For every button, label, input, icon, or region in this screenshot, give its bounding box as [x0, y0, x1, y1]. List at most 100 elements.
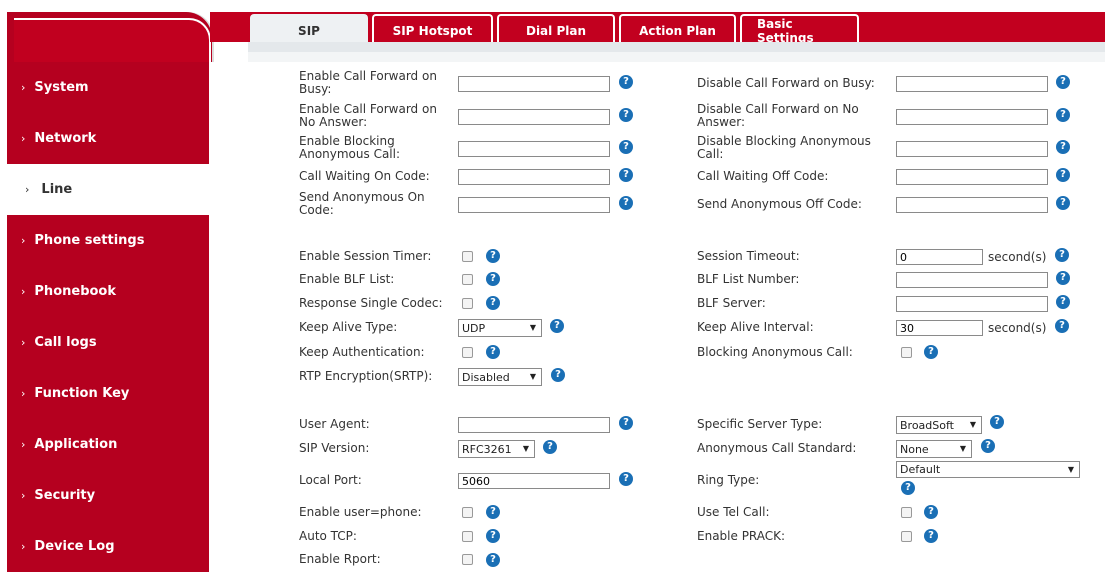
blocking-anon-call-checkbox[interactable] [901, 347, 912, 358]
help-icon[interactable]: ? [543, 440, 557, 454]
sip-version-select[interactable]: RFC3261 ▼ [458, 440, 535, 458]
sidebar-item-label: Phonebook [34, 284, 117, 299]
enable-user-phone-checkbox[interactable] [462, 507, 473, 518]
call-waiting-on-input[interactable] [458, 169, 610, 185]
label-ring-type: Ring Type: [697, 473, 760, 487]
local-port-input[interactable] [458, 473, 610, 489]
help-icon[interactable]: ? [486, 249, 500, 263]
enable-prack-checkbox[interactable] [901, 531, 912, 542]
help-icon[interactable]: ? [486, 505, 500, 519]
help-icon[interactable]: ? [1056, 271, 1070, 285]
label-enable-user-phone: Enable user=phone: [299, 505, 422, 519]
help-icon[interactable]: ? [981, 439, 995, 453]
help-icon[interactable]: ? [551, 368, 565, 382]
tab-content-border [248, 42, 1105, 52]
sidebar-item-call-logs[interactable]: › Call logs [7, 317, 209, 368]
help-icon[interactable]: ? [1056, 75, 1070, 89]
sidebar-item-label: Phone settings [34, 233, 145, 248]
chevron-down-icon: ▼ [959, 444, 966, 453]
ring-type-select[interactable]: Default ▼ [896, 461, 1080, 478]
label-keep-alive-type: Keep Alive Type: [299, 320, 398, 334]
help-icon[interactable]: ? [1055, 319, 1069, 333]
help-icon[interactable]: ? [1056, 196, 1070, 210]
help-icon[interactable]: ? [486, 529, 500, 543]
chevron-right-icon: › [21, 132, 26, 145]
help-icon[interactable]: ? [1056, 295, 1070, 309]
anon-call-standard-select[interactable]: None ▼ [896, 440, 972, 458]
sidebar-item-phone-settings[interactable]: › Phone settings [7, 215, 209, 266]
label-enable-cf-busy: Enable Call Forward on Busy: [299, 69, 437, 96]
help-icon[interactable]: ? [619, 108, 633, 122]
chevron-right-icon: › [21, 285, 26, 298]
send-anon-off-input[interactable] [896, 197, 1048, 213]
specific-server-type-select[interactable]: BroadSoft ▼ [896, 416, 982, 434]
help-icon[interactable]: ? [619, 140, 633, 154]
label-keep-alive-interval: Keep Alive Interval: [697, 320, 814, 334]
help-icon[interactable]: ? [619, 472, 633, 486]
label-sip-version: SIP Version: [299, 441, 370, 455]
help-icon[interactable]: ? [486, 553, 500, 567]
help-icon[interactable]: ? [924, 345, 938, 359]
use-tel-call-checkbox[interactable] [901, 507, 912, 518]
help-icon[interactable]: ? [901, 481, 915, 495]
sidebar-item-function-key[interactable]: › Function Key [7, 368, 209, 419]
enable-cf-noanswer-input[interactable] [458, 109, 610, 125]
chevron-right-icon: › [21, 81, 26, 94]
sidebar-item-label: Network [34, 131, 97, 146]
session-timer-checkbox[interactable] [462, 251, 473, 262]
help-icon[interactable]: ? [990, 415, 1004, 429]
help-icon[interactable]: ? [1056, 140, 1070, 154]
sidebar-item-security[interactable]: › Security [7, 470, 209, 521]
sidebar-item-system[interactable]: › System [7, 62, 209, 113]
help-icon[interactable]: ? [924, 505, 938, 519]
help-icon[interactable]: ? [619, 168, 633, 182]
label-local-port: Local Port: [299, 473, 362, 487]
keep-authentication-checkbox[interactable] [462, 347, 473, 358]
call-waiting-off-input[interactable] [896, 169, 1048, 185]
unit-label: second(s) [988, 321, 1047, 335]
label-specific-server-type: Specific Server Type: [697, 417, 823, 431]
chevron-down-icon: ▼ [969, 420, 976, 429]
disable-block-anon-input[interactable] [896, 141, 1048, 157]
label-blf-list-number: BLF List Number: [697, 272, 800, 286]
help-icon[interactable]: ? [486, 296, 500, 310]
keep-alive-type-select[interactable]: UDP ▼ [458, 319, 542, 337]
user-agent-input[interactable] [458, 417, 610, 433]
label-blf-list: Enable BLF List: [299, 272, 395, 286]
blf-list-number-input[interactable] [896, 272, 1048, 288]
sidebar-item-device-log[interactable]: › Device Log [7, 521, 209, 572]
sidebar-item-network[interactable]: › Network [7, 113, 209, 164]
response-single-codec-checkbox[interactable] [462, 298, 473, 309]
help-icon[interactable]: ? [619, 196, 633, 210]
session-timeout-input[interactable] [896, 249, 983, 265]
help-icon[interactable]: ? [486, 272, 500, 286]
help-icon[interactable]: ? [924, 529, 938, 543]
auto-tcp-checkbox[interactable] [462, 531, 473, 542]
sidebar-item-line[interactable]: › Line [7, 164, 209, 215]
blf-server-input[interactable] [896, 296, 1048, 312]
unit-label: second(s) [988, 250, 1047, 264]
send-anon-on-input[interactable] [458, 197, 610, 213]
enable-cf-busy-input[interactable] [458, 76, 610, 92]
label-user-agent: User Agent: [299, 417, 370, 431]
disable-cf-busy-input[interactable] [896, 76, 1048, 92]
disable-cf-noanswer-input[interactable] [896, 109, 1048, 125]
help-icon[interactable]: ? [1056, 108, 1070, 122]
label-keep-authentication: Keep Authentication: [299, 345, 425, 359]
help-icon[interactable]: ? [1055, 248, 1069, 262]
help-icon[interactable]: ? [1056, 168, 1070, 182]
sidebar-item-phonebook[interactable]: › Phonebook [7, 266, 209, 317]
sidebar-item-label: Security [34, 488, 96, 503]
chevron-right-icon: › [21, 489, 26, 502]
enable-block-anon-input[interactable] [458, 141, 610, 157]
keep-alive-interval-input[interactable] [896, 320, 983, 336]
blf-list-checkbox[interactable] [462, 274, 473, 285]
sidebar-item-application[interactable]: › Application [7, 419, 209, 470]
help-icon[interactable]: ? [619, 416, 633, 430]
rtp-encryption-select[interactable]: Disabled ▼ [458, 368, 542, 386]
help-icon[interactable]: ? [486, 345, 500, 359]
chevron-down-icon: ▼ [529, 372, 536, 381]
help-icon[interactable]: ? [619, 75, 633, 89]
help-icon[interactable]: ? [550, 319, 564, 333]
enable-rport-checkbox[interactable] [462, 554, 473, 565]
